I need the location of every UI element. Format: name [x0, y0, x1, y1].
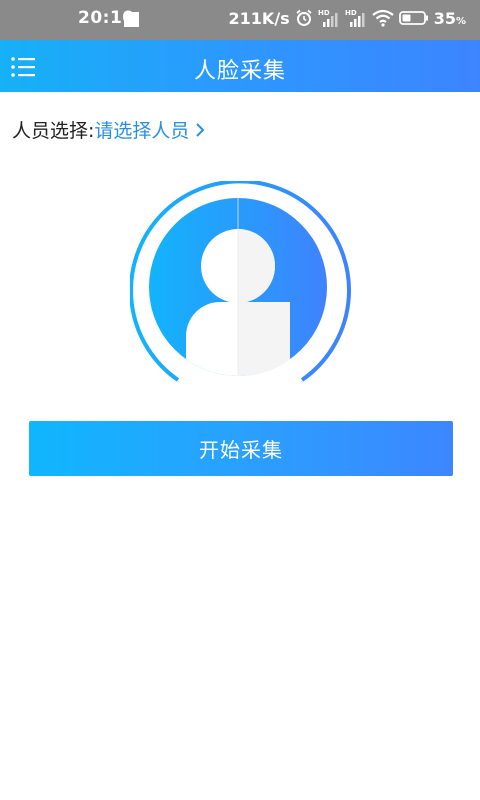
person-select-row: 人员选择: 请选择人员 — [12, 116, 205, 143]
signal-hd-icon-2: HD — [345, 9, 365, 27]
start-capture-button[interactable]: 开始采集 — [29, 421, 453, 476]
app-bar: 人脸采集 — [0, 40, 480, 92]
person-select-button[interactable]: 请选择人员 — [94, 116, 205, 143]
alarm-icon — [296, 9, 312, 26]
avatar-placeholder-icon — [129, 179, 351, 382]
status-bar: 20:10 211K/s HD HD 35% — [0, 0, 480, 40]
chevron-right-icon — [196, 122, 205, 137]
person-select-placeholder: 请选择人员 — [94, 120, 190, 142]
face-preview — [129, 179, 352, 387]
battery-icon — [398, 11, 428, 25]
signal-hd-icon: HD — [318, 9, 338, 27]
svg-text:HD: HD — [345, 9, 357, 17]
notification-icon — [124, 12, 139, 27]
battery-percent: 35% — [433, 8, 466, 28]
network-speed: 211K/s — [228, 8, 290, 28]
status-indicators: 211K/s HD HD 35% — [229, 8, 466, 28]
svg-text:HD: HD — [318, 9, 330, 17]
wifi-icon — [372, 9, 394, 27]
person-select-label: 人员选择: — [12, 120, 95, 142]
page-title: 人脸采集 — [193, 59, 286, 84]
